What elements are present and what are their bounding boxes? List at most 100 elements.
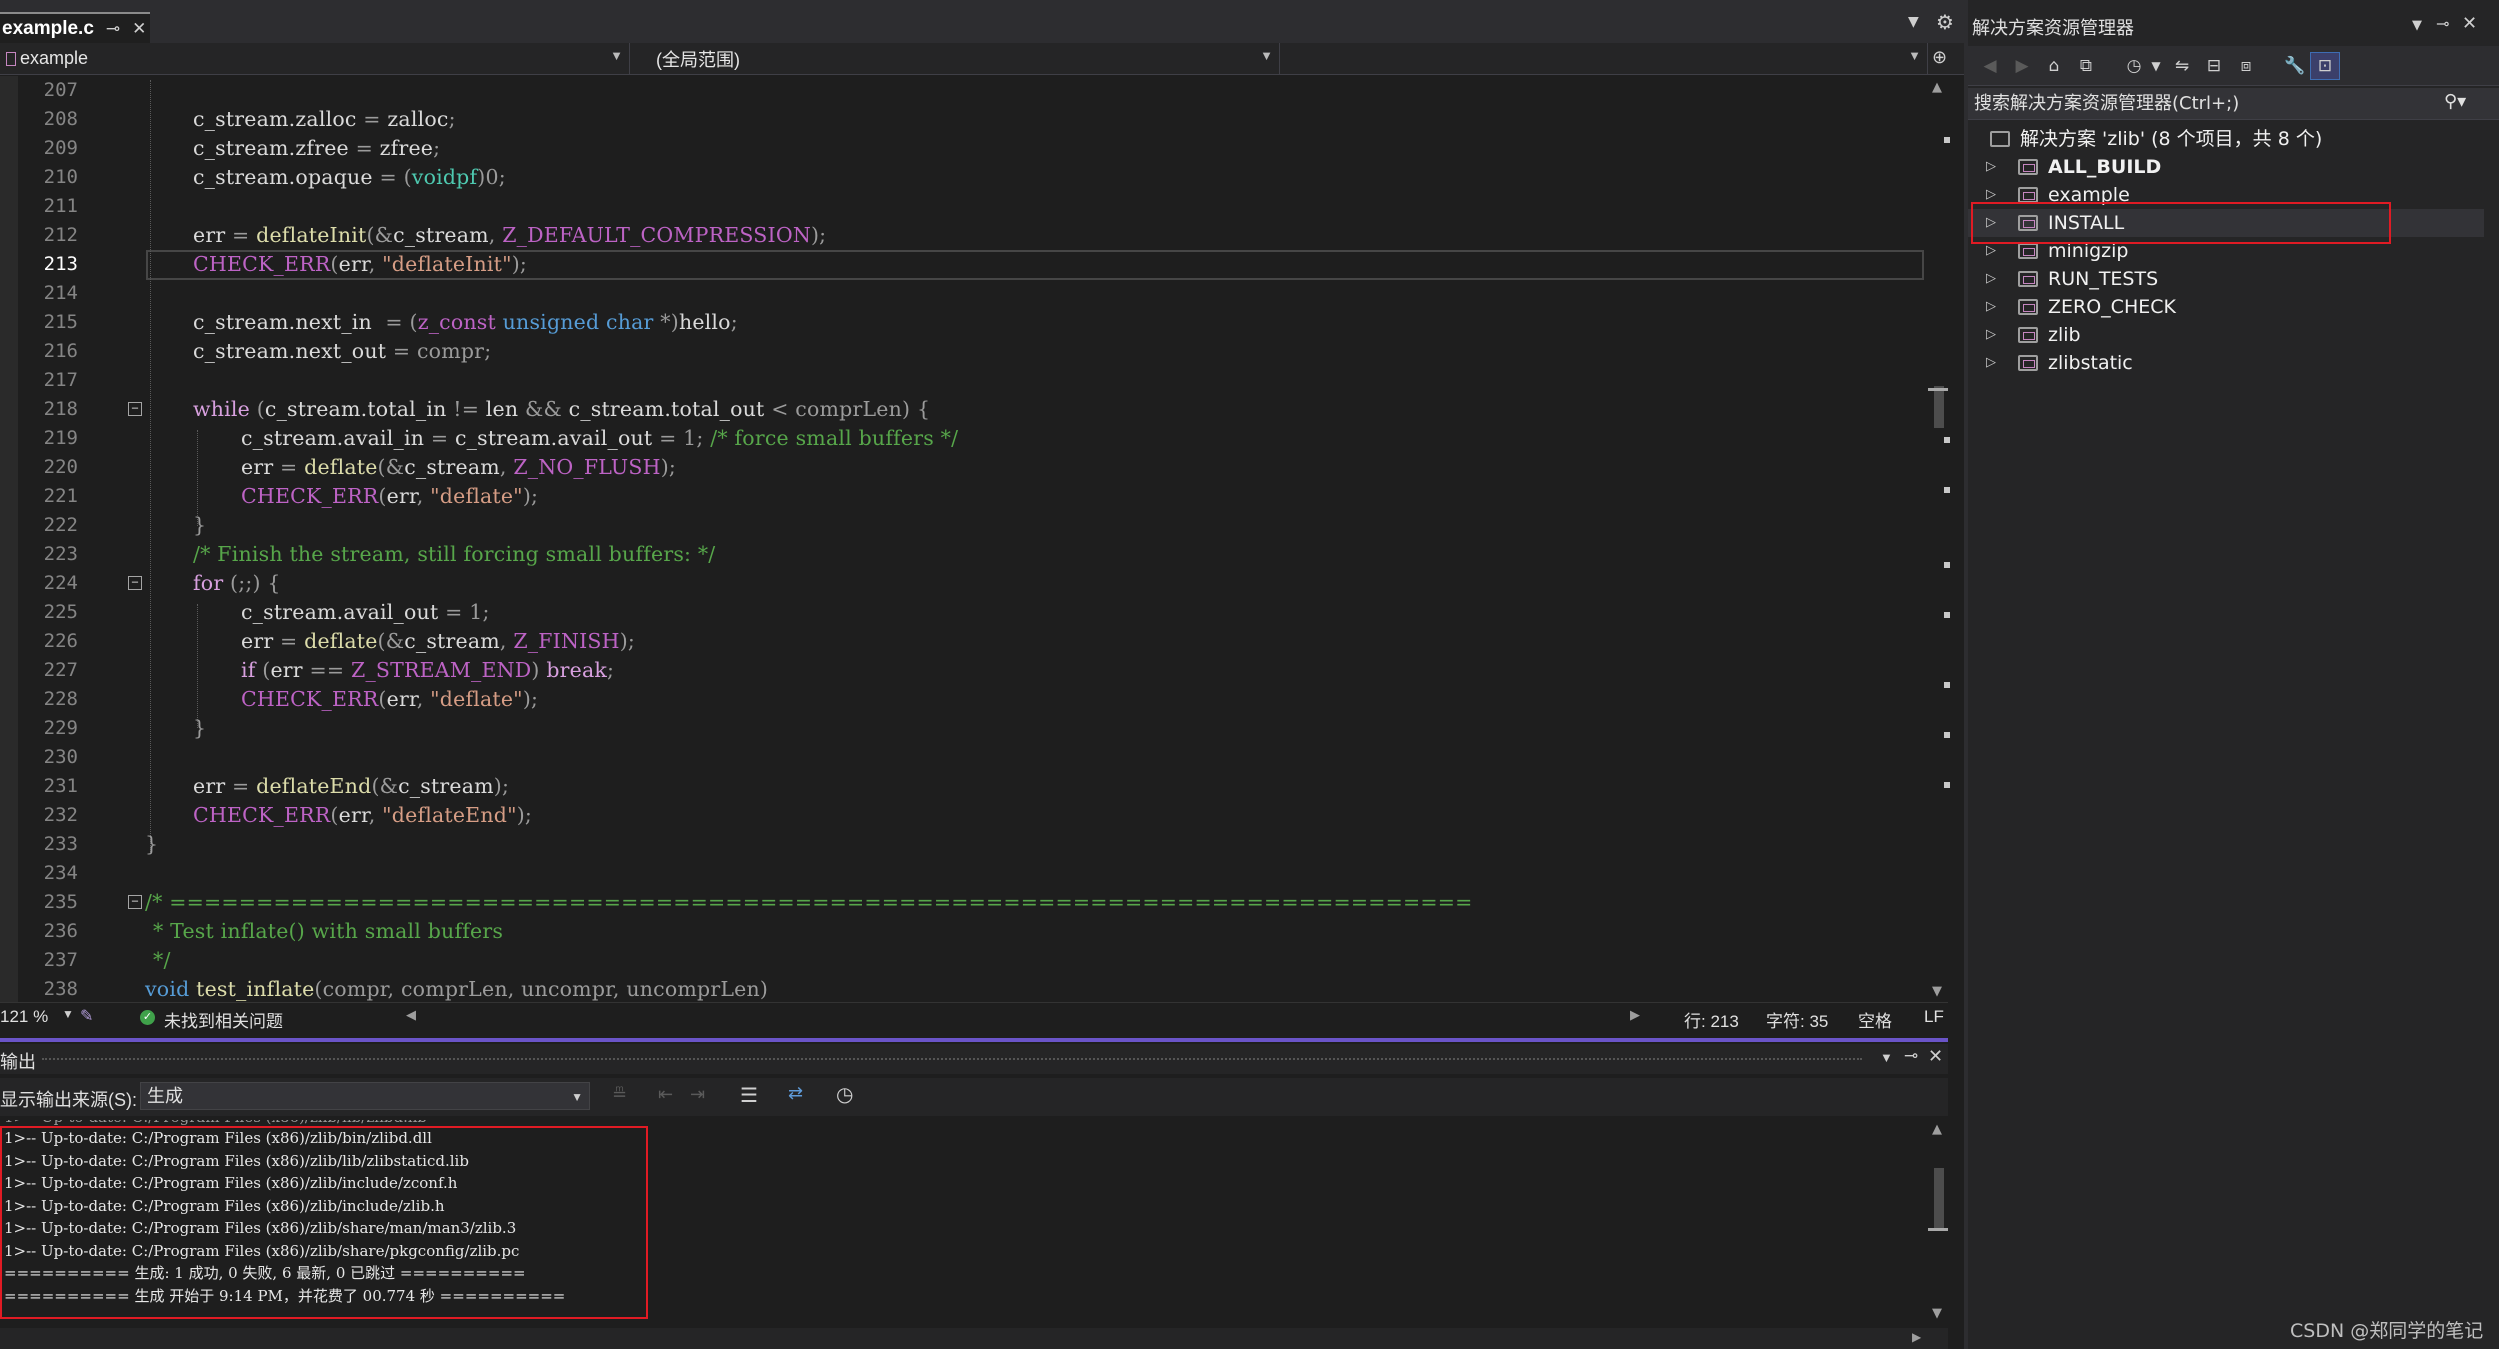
tree-item-zlibstatic[interactable]: ▷ zlibstatic [1968,349,2498,377]
solution-search-input[interactable]: 搜索解决方案资源管理器(Ctrl+;) [1968,88,2499,120]
tree-item-zlib[interactable]: ▷ zlib [1968,321,2498,349]
eol-indicator[interactable]: LF [1924,1007,1944,1027]
scrollbar-marker [1944,562,1950,568]
panel-grip[interactable] [42,1058,1862,1060]
collapse-all-icon[interactable]: ⊟ [2204,56,2224,76]
indent-guide [150,80,151,854]
scrollbar-caret-marker [1928,388,1948,391]
spacing-indicator[interactable]: 空格 [1858,1007,1892,1032]
tree-item-zero-check[interactable]: ▷ ZERO_CHECK [1968,293,2498,321]
line-number: 237 [43,949,78,971]
code-line-208: c_stream.zalloc = zalloc; [193,107,456,131]
line-number: 235 [43,891,78,913]
expand-arrow-icon[interactable]: ▷ [1986,349,1996,377]
line-number: 216 [43,340,78,362]
find-message-icon[interactable]: ≞ [612,1084,627,1105]
project-icon [2018,355,2038,371]
scope-dropdown[interactable]: (全局范围) ▼ [650,43,1280,74]
close-icon[interactable]: ✕ [1928,1046,1943,1067]
line-number: 214 [43,282,78,304]
scroll-right-icon[interactable]: ▶ [1912,1330,1921,1344]
project-icon [2018,243,2038,259]
expand-arrow-icon[interactable]: ▷ [1986,153,1996,181]
solution-root-node[interactable]: 解决方案 'zlib' (8 个项目，共 8 个) [1968,125,2498,153]
pin-icon[interactable]: ⊸ [2436,14,2449,33]
expand-arrow-icon[interactable]: ▷ [1986,293,1996,321]
clock-icon[interactable]: ◷ [836,1082,853,1107]
scroll-down-icon[interactable]: ▼ [1932,1306,1942,1321]
line-indicator[interactable]: 行: 213 [1684,1007,1739,1032]
back-icon[interactable]: ◀ [1980,56,2000,76]
scrollbar-thumb[interactable] [1934,386,1944,428]
project-dropdown[interactable]: example ▼ [0,43,630,74]
solution-explorer-scrollbar[interactable] [2484,120,2499,1349]
gear-icon[interactable]: ⚙ [1936,10,1954,34]
solution-explorer-title: 解决方案资源管理器 [1972,18,2134,39]
chevron-down-icon[interactable]: ▼ [2146,56,2166,76]
solution-explorer-toolbar: ◀ ▶ ⌂ ⧉ ◷ ▼ ⇋ ⊟ ⧈ 🔧 ⊡ [1968,46,2499,86]
zoom-dropdown-icon[interactable]: ▼ [62,1007,74,1021]
clear-all-icon[interactable]: ☰ [740,1083,758,1108]
code-line-235: /* =====================================… [145,890,1473,914]
close-icon[interactable]: ✕ [2462,13,2477,34]
brush-icon[interactable]: ✎ [80,1006,93,1026]
char-indicator[interactable]: 字符: 35 [1766,1007,1828,1032]
collapse-comment-block-icon[interactable]: − [128,895,142,909]
zoom-level[interactable]: 121 % [0,1007,48,1027]
tree-item-all-build[interactable]: ▷ ALL_BUILD [1968,153,2498,181]
scrollbar-thumb[interactable] [1934,1168,1944,1230]
issues-status[interactable]: 未找到相关问题 [164,1007,283,1032]
collapse-while-block-icon[interactable]: − [128,402,142,416]
annotation-highlight-box [1971,202,2391,244]
scroll-left-icon[interactable]: ◀ [406,1007,416,1023]
word-wrap-icon[interactable]: ⇄ [788,1083,803,1104]
panel-splitter[interactable] [0,1038,1948,1042]
pin-icon[interactable]: ⊸ [1904,1046,1918,1066]
project-icon [2018,271,2038,287]
tree-item-run-tests[interactable]: ▷ RUN_TESTS [1968,265,2498,293]
code-line-218: while (c_stream.total_in != len && c_str… [193,397,931,421]
chevron-down-icon: ▼ [1908,48,1921,63]
preview-selected-items-icon[interactable]: ⊡ [2310,52,2340,80]
expand-arrow-icon[interactable]: ▷ [1986,321,1996,349]
project-icon [2018,187,2038,203]
member-dropdown[interactable]: ▼ [1284,43,1928,74]
code-editor[interactable] [0,76,1948,1002]
tab-overflow-icon[interactable]: ▼ [1908,14,1919,30]
line-number: 224 [43,572,78,594]
project-icon [2018,159,2038,175]
solution-icon [1990,131,2010,147]
close-icon[interactable]: ✕ [132,19,146,39]
split-editor-icon[interactable]: ⊕ [1932,47,1947,68]
scrollbar-caret-marker [1928,1228,1948,1231]
pin-icon[interactable]: ⊸ [106,19,120,39]
show-all-files-icon[interactable]: ⧈ [2236,56,2256,76]
home-icon[interactable]: ⌂ [2044,56,2064,76]
line-number: 218 [43,398,78,420]
pending-changes-filter-icon[interactable]: ◷ [2124,56,2144,76]
scroll-up-icon[interactable]: ▲ [1932,80,1942,95]
scroll-down-icon[interactable]: ▼ [1932,984,1942,999]
output-horizontal-scrollbar[interactable]: ▶ [0,1328,1948,1349]
chevron-down-icon[interactable]: ▼ [2412,18,2422,33]
search-icon[interactable]: ⚲▾ [2444,91,2466,112]
scroll-up-icon[interactable]: ▲ [1932,1122,1942,1137]
properties-icon[interactable]: 🔧 [2284,56,2305,76]
sync-icon[interactable]: ⇋ [2172,56,2192,76]
editor-status-bar: 121 % ▼ ✎ ✓ 未找到相关问题 ◀ ▶ 行: 213 字符: 35 空格… [0,1002,1948,1032]
output-panel-header: 输出 ▼ ⊸ ✕ [0,1044,1948,1074]
next-message-icon[interactable]: ⇥ [690,1084,705,1105]
expand-arrow-icon[interactable]: ▷ [1986,265,1996,293]
forward-icon[interactable]: ▶ [2012,56,2032,76]
collapse-for-block-icon[interactable]: − [128,576,142,590]
editor-vertical-scrollbar[interactable] [1928,76,1948,1002]
switch-views-icon[interactable]: ⧉ [2076,56,2096,76]
previous-message-icon[interactable]: ⇤ [658,1084,673,1105]
output-source-select[interactable]: 生成 ▼ [140,1082,590,1110]
watermark: CSDN @郑同学的笔记 [2290,1320,2484,1342]
tree-item-label: zlibstatic [2048,352,2133,374]
chevron-down-icon[interactable]: ▼ [1880,1050,1893,1065]
tab-example-c[interactable]: example.c ⊸ ✕ [0,12,150,43]
scrollbar-marker [1944,732,1950,738]
scroll-right-icon[interactable]: ▶ [1630,1007,1640,1023]
